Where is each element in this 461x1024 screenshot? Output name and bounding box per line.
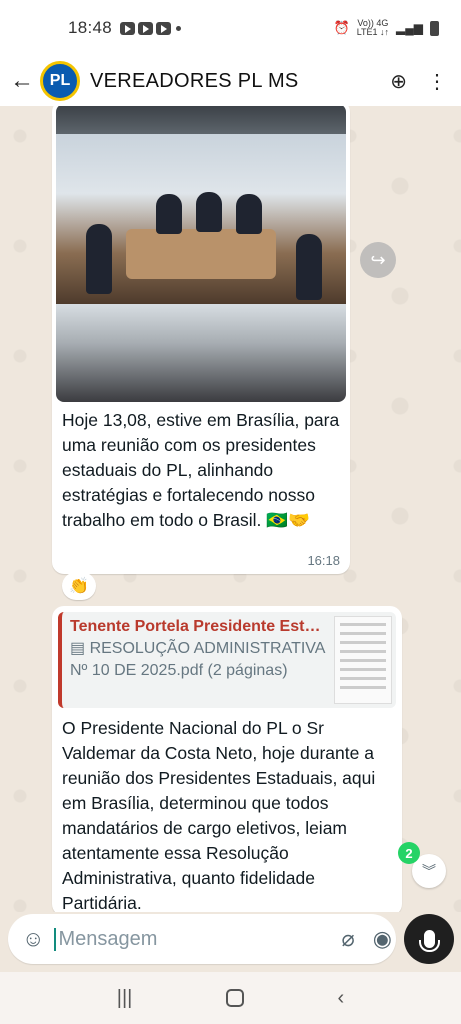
back-arrow-icon[interactable]: ← [8, 67, 36, 95]
photo-table [126, 229, 276, 279]
photo-strip[interactable] [56, 106, 346, 134]
photo-person [156, 194, 182, 234]
home-icon[interactable] [225, 989, 244, 1007]
status-bar: 18:48 ⏰ Vo)) 4G LTE1 ↓↑ ▂▄▆ [0, 0, 461, 56]
system-icons: ⏰ Vo)) 4G LTE1 ↓↑ ▂▄▆ [333, 18, 439, 37]
message-input[interactable] [54, 927, 324, 951]
photo-person [236, 194, 262, 234]
voice-chat-icon[interactable]: ⊕ [390, 69, 407, 94]
reaction-badge[interactable]: 👏 [62, 572, 96, 600]
camera-icon[interactable]: ◉ [373, 926, 392, 952]
reply-message[interactable]: Tenente Portela Presidente Esta... ▤ RES… [52, 606, 402, 912]
image-message[interactable]: Hoje 13,08, estive em Brasília, para uma… [52, 106, 350, 574]
signal-icon: ▂▄▆ [396, 21, 423, 35]
youtube-icon [120, 21, 136, 35]
sticker-icon[interactable]: ☺ [22, 926, 44, 952]
chat-title[interactable]: VEREADORES PL MS [90, 70, 299, 93]
message-composer: ☺ ⌀ ◉ [8, 914, 396, 964]
document-thumbnail [334, 616, 392, 704]
more-options-icon[interactable]: ⋮ [427, 69, 447, 94]
quote-document-name: ▤ RESOLUÇÃO ADMINISTRATIVA Nº 10 DE 2025… [70, 640, 325, 679]
quote-author: Tenente Portela Presidente Esta... [70, 618, 326, 635]
recents-icon[interactable]: ||| [117, 987, 133, 1010]
unread-badge: 2 [398, 842, 420, 864]
more-notifications-dot [176, 25, 182, 31]
network-indicator: Vo)) 4G LTE1 ↓↑ [356, 18, 390, 37]
chat-area[interactable]: Hoje 13,08, estive em Brasília, para uma… [0, 106, 461, 912]
attach-icon[interactable]: ⌀ [341, 926, 354, 952]
youtube-icon [156, 21, 172, 35]
meeting-photo-2[interactable] [56, 304, 346, 402]
message-text: Hoje 13,08, estive em Brasília, para uma… [62, 410, 340, 530]
battery-icon [430, 20, 439, 36]
quoted-document[interactable]: Tenente Portela Presidente Esta... ▤ RES… [58, 612, 396, 708]
message-text: O Presidente Nacional do PL o Sr Valdema… [62, 718, 376, 912]
group-avatar[interactable]: PL [40, 61, 80, 101]
system-nav-bar: ||| ‹ [0, 972, 461, 1024]
message-time: 16:18 [307, 553, 340, 568]
notification-icons [120, 21, 172, 35]
mic-button[interactable] [404, 914, 454, 964]
photo-person [196, 192, 222, 232]
forward-icon[interactable]: ↪ [360, 242, 396, 278]
status-time: 18:48 [68, 18, 113, 37]
meeting-photo[interactable] [56, 134, 346, 304]
alarm-icon: ⏰ [333, 20, 350, 35]
photo-person [86, 224, 112, 294]
chat-header: ← PL VEREADORES PL MS ⊕ ⋮ [0, 56, 461, 106]
photo-person [296, 234, 322, 300]
nav-back-icon[interactable]: ‹ [338, 987, 345, 1010]
mic-icon [418, 930, 440, 952]
youtube-icon [138, 21, 154, 35]
